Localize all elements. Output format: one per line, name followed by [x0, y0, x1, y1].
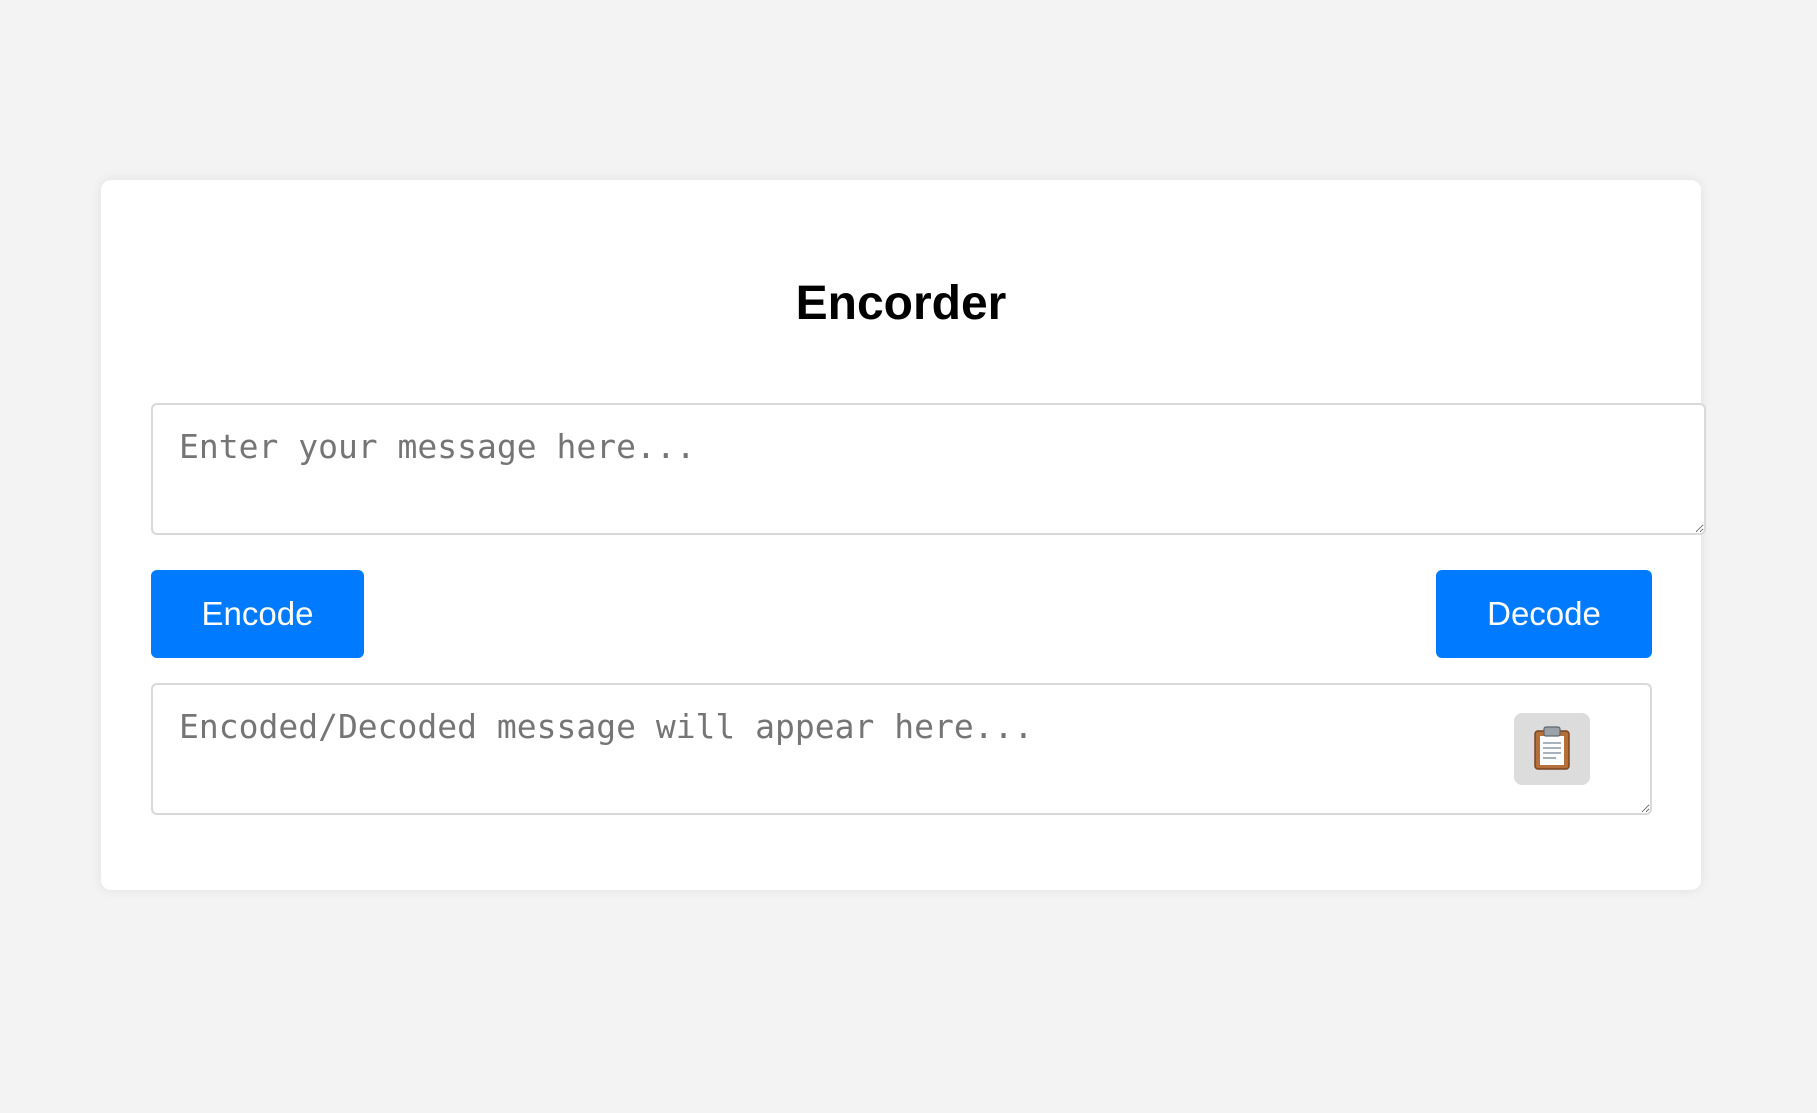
result-output[interactable]	[151, 683, 1652, 815]
clipboard-icon	[1532, 725, 1572, 774]
decode-button[interactable]: Decode	[1436, 570, 1652, 658]
copy-button[interactable]	[1514, 713, 1590, 785]
encoder-card: Encorder Encode Decode	[101, 180, 1706, 890]
encode-button[interactable]: Encode	[151, 570, 364, 658]
message-input[interactable]	[151, 403, 1706, 535]
page-title: Encorder	[795, 277, 1007, 330]
